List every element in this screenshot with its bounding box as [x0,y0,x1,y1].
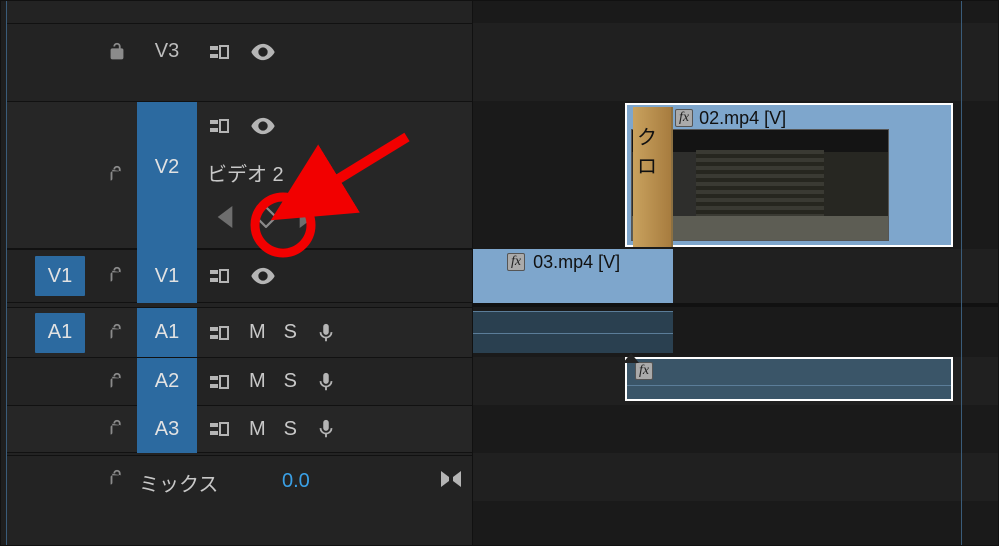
track-row-a3: A3 M S [7,405,472,453]
track-row-mix: ミックス 0.0 [7,455,472,501]
solo-toggle[interactable]: S [284,370,297,393]
insert-overwrite-icon[interactable] [207,264,231,288]
timeline-panel: V3 V2 ビデオ 2 [0,0,999,546]
lock-open-icon [106,41,128,63]
source-patch-a1[interactable]: A1 [35,309,85,357]
add-keyframe-icon[interactable] [255,206,277,228]
lock-open-icon [106,322,128,344]
clip-03mp4[interactable]: fx 03.mp4 [V] [473,249,673,303]
track-row-a2: A2 M S [7,357,472,405]
track-target-a3[interactable]: A3 [137,405,197,453]
track-row-v1: V1 V1 [7,249,472,303]
insert-overwrite-icon[interactable] [207,370,231,394]
insert-overwrite-icon[interactable] [207,40,231,64]
timeline-area[interactable]: クロ fx 02.mp4 [V] fx 03.mp4 [V] fx [473,1,998,545]
track-row-v3: V3 [7,23,472,79]
insert-overwrite-icon[interactable] [207,114,231,138]
fx-icon[interactable]: fx [635,362,653,380]
transition-cross-dissolve[interactable]: クロ [633,107,673,247]
mute-toggle[interactable]: M [249,418,266,441]
lock-open-icon [106,164,128,186]
fx-icon[interactable]: fx [675,109,693,127]
clip-02mp4[interactable]: クロ fx 02.mp4 [V] [625,103,953,247]
lock-toggle-a1[interactable] [99,309,135,357]
lock-toggle-mix[interactable] [99,455,135,503]
audio-clip-03mp4[interactable] [473,311,673,353]
track-target-v3[interactable]: V3 [137,28,197,76]
track-row-a1: A1 A1 M S [7,307,472,357]
track-target-a2[interactable]: A2 [137,358,197,406]
eye-icon[interactable] [249,262,277,290]
next-keyframe-icon[interactable] [299,206,315,228]
lock-open-icon [106,418,128,440]
out-point-marker[interactable] [961,1,962,545]
eye-icon[interactable] [249,38,277,66]
clip-label: 03.mp4 [V] [533,252,620,273]
microphone-icon[interactable] [315,418,337,440]
track-target-v1[interactable]: V1 [137,249,197,303]
lock-open-icon [106,371,128,393]
lock-toggle-v3[interactable] [99,28,135,76]
mix-pan-value[interactable]: 0.0 [282,470,310,493]
mix-track-label: ミックス [139,468,218,497]
track-row-v2: V2 ビデオ 2 [7,101,472,249]
track-target-v2[interactable]: V2 [137,102,197,250]
lock-open-icon [106,265,128,287]
source-patch-v1[interactable]: V1 [35,252,85,300]
audio-clip-02mp4[interactable]: fx [625,357,953,401]
lock-open-icon [106,468,128,490]
clip-label: 02.mp4 [V] [699,108,786,129]
lock-toggle-v1[interactable] [99,252,135,300]
track-target-a1[interactable]: A1 [137,308,197,358]
eye-icon[interactable] [249,112,277,140]
insert-overwrite-icon[interactable] [207,417,231,441]
output-icon[interactable] [439,469,463,489]
microphone-icon[interactable] [315,322,337,344]
fx-icon[interactable]: fx [507,253,525,271]
microphone-icon[interactable] [315,371,337,393]
track-headers: V3 V2 ビデオ 2 [7,1,473,545]
lock-toggle-v2[interactable] [99,101,135,249]
lock-toggle-a2[interactable] [99,358,135,406]
mute-toggle[interactable]: M [249,370,266,393]
insert-overwrite-icon[interactable] [207,321,231,345]
prev-keyframe-icon[interactable] [217,206,233,228]
track-name-label: ビデオ 2 [207,158,284,187]
solo-toggle[interactable]: S [284,418,297,441]
mute-toggle[interactable]: M [249,321,266,344]
solo-toggle[interactable]: S [284,321,297,344]
lock-toggle-a3[interactable] [99,405,135,453]
